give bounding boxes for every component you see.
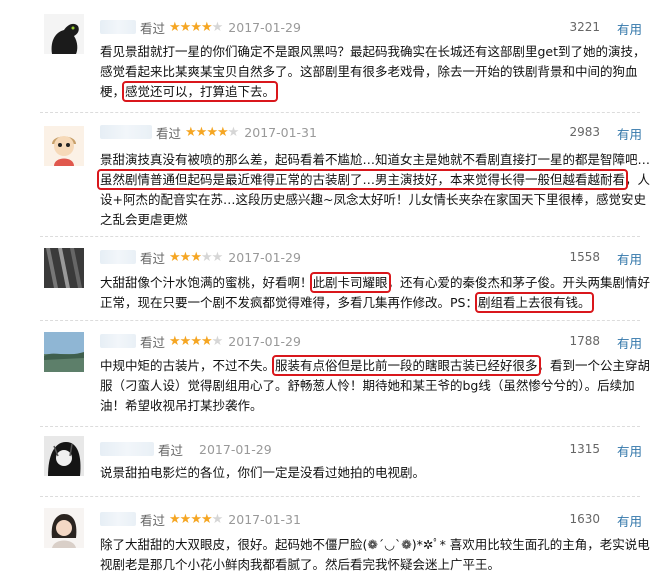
- comment-meta: 看过 ★★★★★ 2017-01-29: [100, 332, 301, 350]
- useful-button[interactable]: 有用: [617, 124, 642, 143]
- avatar[interactable]: [44, 248, 84, 288]
- username[interactable]: [100, 512, 136, 526]
- useful-button[interactable]: 有用: [617, 19, 642, 38]
- useful-button[interactable]: 有用: [617, 249, 642, 268]
- useful-button[interactable]: 有用: [617, 511, 642, 530]
- rating-stars: ★★★★★: [169, 249, 223, 265]
- comment-date: 2017-01-29: [199, 441, 272, 457]
- comment-line: 景甜演技真没有被喷的那么差，起码看着不尴尬…知道女主是她就不看剧直接打一星的都是…: [100, 152, 651, 167]
- divider: [40, 236, 640, 237]
- comment-line: 大甜甜像个汁水饱满的蜜桃，好看啊！此剧卡司耀眼，还有心爱的秦俊杰和茅子俊。开头两…: [100, 272, 651, 293]
- username[interactable]: [100, 250, 136, 264]
- username[interactable]: [100, 334, 136, 348]
- divider: [40, 112, 640, 113]
- vote-count: 1788: [569, 334, 600, 348]
- username[interactable]: [100, 125, 152, 139]
- comment-line: 除了大甜甜的大双眼皮，很好。起码她不僵尸脸(❁´◡`❁)*✲ﾟ* 喜欢用比较生面…: [100, 537, 650, 552]
- highlighted-phrase: 此剧卡司耀眼: [309, 272, 391, 293]
- comment-date: 2017-01-29: [228, 333, 301, 349]
- username[interactable]: [100, 20, 136, 34]
- comment-line: 服（刁蛮人设）觉得剧组用心了。舒畅葱人怜！期待她和某王爷的bg线（虽然惨兮兮的）…: [100, 378, 635, 393]
- status-label: 看过: [140, 512, 166, 528]
- comment-text: 中规中矩的古装片，不过不失。服装有点俗但是比前一段的瞎眼古装已经好很多，看到一个…: [100, 355, 651, 416]
- status-label: 看过: [140, 334, 166, 350]
- divider: [40, 496, 640, 497]
- comment-line: 油！希望收视吊打某抄袭作。: [100, 398, 263, 413]
- comment-meta: 看过 ★★★★★ 2017-01-29: [100, 248, 301, 266]
- status-label: 看过: [158, 442, 184, 458]
- rating-stars: ★★★★★: [185, 124, 239, 140]
- comment-date: 2017-01-31: [244, 124, 317, 140]
- rating-stars: ★★★★★: [169, 19, 223, 35]
- comment-text: 说景甜拍电影烂的各位，你们一定是没看过她拍的电视剧。: [100, 463, 640, 483]
- vote-count: 1558: [569, 250, 600, 264]
- comment-date: 2017-01-29: [228, 19, 301, 35]
- vote-count: 1630: [569, 512, 600, 526]
- avatar[interactable]: [44, 508, 84, 548]
- comment-line: 梗，感觉还可以，打算追下去。: [100, 81, 279, 102]
- highlighted-phrase: 剧组看上去很有钱。: [474, 292, 594, 313]
- comment-line: 之乱会更虐更燃: [100, 212, 188, 227]
- comment-meta: 看过 ★★★★★ 2017-01-31: [100, 510, 301, 528]
- divider: [40, 320, 640, 321]
- comment-text: 大甜甜像个汁水饱满的蜜桃，好看啊！此剧卡司耀眼，还有心爱的秦俊杰和茅子俊。开头两…: [100, 272, 651, 313]
- avatar[interactable]: [44, 332, 84, 372]
- useful-button[interactable]: 有用: [617, 441, 642, 460]
- comment-meta: 看过 ★★★★★ 2017-01-29: [100, 18, 301, 36]
- comment-line: 虽然剧情普通但起码是最近难得正常的古装剧了…男主演技好，本来觉得长得一般但越看越…: [96, 169, 651, 190]
- vote-count: 1315: [569, 442, 600, 456]
- comment-line: 设+阿杰的配音实在苏…这段历史感兴趣~凤念太好听！儿女情长夹杂在家国天下里很棒，…: [100, 192, 646, 207]
- status-label: 看过: [140, 20, 166, 36]
- avatar[interactable]: [44, 14, 84, 54]
- useful-button[interactable]: 有用: [617, 333, 642, 352]
- rating-stars: ★★★★★: [169, 511, 223, 527]
- comment-text: 除了大甜甜的大双眼皮，很好。起码她不僵尸脸(❁´◡`❁)*✲ﾟ* 喜欢用比较生面…: [100, 535, 650, 575]
- comment-line: 说景甜拍电影烂的各位，你们一定是没看过她拍的电视剧。: [100, 465, 426, 480]
- comment-line: 感觉看起来比某爽某宝贝自然多了。这部剧里有很多老戏骨，除去一开始的铁剧背景和中间…: [100, 64, 638, 79]
- username[interactable]: [100, 442, 154, 456]
- status-label: 看过: [140, 250, 166, 266]
- rating-stars: ★★★★★: [169, 333, 223, 349]
- comment-text: 景甜演技真没有被喷的那么差，起码看着不尴尬…知道女主是她就不看剧直接打一星的都是…: [96, 150, 651, 230]
- vote-count: 2983: [569, 125, 600, 139]
- avatar[interactable]: [44, 126, 84, 166]
- comment-meta: 看过 ★★★★★ 2017-01-31: [100, 123, 317, 141]
- divider: [40, 426, 640, 427]
- comment-date: 2017-01-29: [228, 249, 301, 265]
- highlighted-phrase: 虽然剧情普通但起码是最近难得正常的古装剧了…男主演技好，本来觉得长得一般但越看越…: [96, 169, 629, 190]
- vote-count: 3221: [569, 20, 600, 34]
- highlighted-phrase: 服装有点俗但是比前一段的瞎眼古装已经好很多: [272, 355, 541, 376]
- comment-text: 看见景甜就打一星的你们确定不是跟风黑吗？最起码我确实在长城还有这部剧里get到了…: [100, 42, 646, 102]
- highlighted-phrase: 感觉还可以，打算追下去。: [122, 81, 279, 102]
- comment-meta: 看过 2017-01-29: [100, 440, 272, 458]
- status-label: 看过: [156, 125, 182, 141]
- comment-line: 视剧老是那几个小花小鲜肉我都看腻了。然后看完我怀疑会迷上广平王。: [100, 557, 501, 572]
- avatar[interactable]: [44, 436, 84, 476]
- comment-line: 正常，现在只要一个剧不发疯都觉得难得，多看几集再作修改。PS：剧组看上去很有钱。: [100, 292, 594, 313]
- comment-line: 看见景甜就打一星的你们确定不是跟风黑吗？最起码我确实在长城还有这部剧里get到了…: [100, 44, 646, 59]
- comment-line: 中规中矩的古装片，不过不失。服装有点俗但是比前一段的瞎眼古装已经好很多，看到一个…: [100, 355, 651, 376]
- comment-date: 2017-01-31: [228, 511, 301, 527]
